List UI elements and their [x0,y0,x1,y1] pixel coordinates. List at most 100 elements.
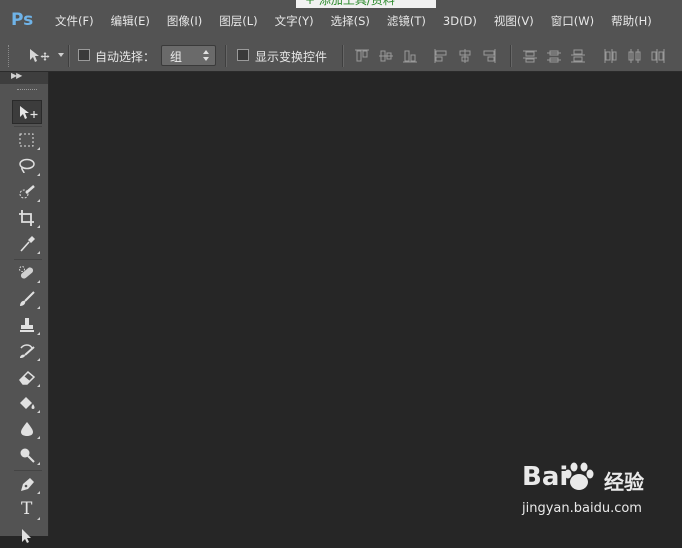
paint-bucket-tool[interactable] [12,391,42,415]
options-bar: 自动选择： 组 显示变换控件 [0,41,682,72]
menu-type[interactable]: 文字(Y) [275,13,314,29]
brush-tool[interactable] [12,287,42,311]
distribute-left-icon[interactable] [602,48,618,64]
quick-selection-icon [19,185,35,199]
move-icon [20,106,38,119]
path-select-tool[interactable] [12,524,42,548]
baidu-jingyan-watermark: Bai 经验 jingyan.baidu.com [522,462,662,522]
menu-window[interactable]: 窗口(W) [551,13,594,29]
crop-tool[interactable] [12,206,42,230]
menu-edit[interactable]: 编辑(E) [111,13,150,29]
overlay-strip: + 添加工具/资料 [296,0,436,8]
align-horizontal-center-icon[interactable] [457,48,473,64]
blur-drop-icon [21,422,33,436]
watermark-url: jingyan.baidu.com [522,501,642,516]
quick-select-tool[interactable] [12,180,42,204]
more-tools-indicator [37,225,40,228]
panel-collapse-button[interactable]: ▶▶ [0,71,48,84]
chevron-down-icon [58,53,64,57]
align-right-icon[interactable] [481,48,497,64]
distribute-right-icon[interactable] [650,48,666,64]
auto-select-checkbox[interactable] [78,49,90,61]
spot-healing-icon [19,266,34,279]
paint-bucket-icon [20,397,35,409]
overlay-strip-text: + 添加工具/资料 [305,0,395,7]
more-tools-indicator [37,410,40,413]
auto-select-target-value: 组 [170,50,183,64]
menu-file[interactable]: 文件(F) [55,13,94,29]
dodge-tool[interactable] [12,443,42,467]
more-tools-indicator [37,251,40,254]
align-top-icon[interactable] [354,48,370,64]
paw-logo-icon [564,462,594,490]
history-brush-tool[interactable] [12,339,42,363]
menu-filter[interactable]: 滤镜(T) [387,13,426,29]
auto-select-label: 自动选择： [95,50,156,64]
menu-help[interactable]: 帮助(H) [611,13,652,29]
more-tools-indicator [37,147,40,150]
divider [14,126,42,127]
type-tool[interactable]: T [12,498,42,522]
type-icon: T [21,499,33,519]
eyedropper-icon [20,236,35,252]
path-selection-icon [22,529,31,543]
divider [68,45,70,67]
distribute-horizontal-center-icon[interactable] [626,48,642,64]
marquee-tool[interactable] [12,128,42,152]
history-brush-icon [20,344,35,358]
eyedropper-tool[interactable] [12,232,42,256]
more-tools-indicator [37,462,40,465]
more-tools-indicator [37,384,40,387]
more-tools-indicator [37,280,40,283]
lasso-tool[interactable] [12,154,42,178]
divider [14,259,42,260]
watermark-jingyan: 经验 [604,470,644,494]
align-vertical-center-icon[interactable] [378,48,394,64]
dodge-icon [20,448,35,463]
move-tool[interactable] [12,100,42,124]
align-left-icon[interactable] [433,48,449,64]
updown-arrows-icon [203,50,209,61]
distribute-bottom-icon[interactable] [570,48,586,64]
more-tools-indicator [37,199,40,202]
blur-tool[interactable] [12,417,42,441]
move-icon [30,49,50,62]
panel-grip[interactable] [17,89,37,92]
clone-stamp-tool[interactable] [12,313,42,337]
distribute-vertical-center-icon[interactable] [546,48,562,64]
more-tools-indicator [37,332,40,335]
menu-bar: Ps 文件(F) 编辑(E) 图像(I) 图层(L) 文字(Y) 选择(S) 滤… [0,0,682,42]
brush-icon [20,291,35,306]
distribute-top-icon[interactable] [522,48,538,64]
photoshop-logo: Ps [11,10,34,30]
clone-stamp-icon [20,318,34,332]
double-chevron-right-icon: ▶▶ [11,71,22,80]
divider [342,45,344,67]
more-tools-indicator [37,173,40,176]
menu-layer[interactable]: 图层(L) [219,13,257,29]
menu-view[interactable]: 视图(V) [494,13,534,29]
pen-tool[interactable] [12,472,42,496]
pen-icon [21,478,34,491]
more-tools-indicator [37,436,40,439]
align-bottom-icon[interactable] [402,48,418,64]
more-tools-indicator [37,491,40,494]
more-tools-indicator [37,517,40,520]
healing-brush-tool[interactable] [12,261,42,285]
divider [225,45,227,67]
options-bar-grip[interactable] [8,45,11,67]
menu-3d[interactable]: 3D(D) [443,14,477,28]
show-transform-checkbox[interactable] [237,49,249,61]
show-transform-label: 显示变换控件 [255,50,328,64]
divider [14,470,42,471]
crop-icon [19,210,34,226]
eraser-tool[interactable] [12,365,42,389]
rectangular-marquee-icon [19,133,34,147]
menu-image[interactable]: 图像(I) [167,13,202,29]
auto-select-target-dropdown[interactable]: 组 [161,45,216,66]
divider [510,45,512,67]
menu-select[interactable]: 选择(S) [331,13,370,29]
tool-preset-picker[interactable] [28,47,68,65]
lasso-icon [19,158,35,174]
more-tools-indicator [37,306,40,309]
